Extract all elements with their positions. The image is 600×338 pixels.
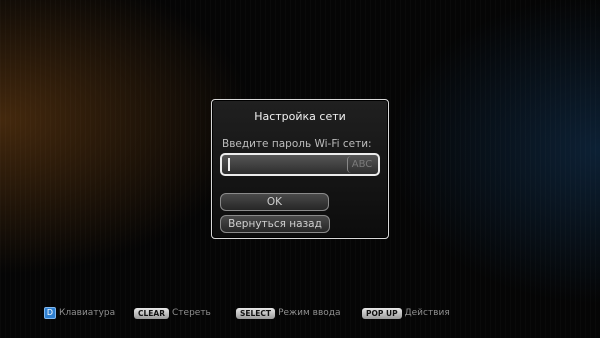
hint-select-label: Режим ввода [278, 308, 341, 318]
hint-popup: POP UP Действия [362, 306, 450, 320]
text-caret [228, 158, 230, 171]
d-key-icon: D [44, 307, 56, 319]
hint-keyboard-label: Клавиатура [59, 308, 116, 318]
popup-key-icon: POP UP [362, 307, 402, 319]
clear-key-icon: CLEAR [134, 307, 169, 319]
dialog-title: Настройка сети [254, 110, 346, 123]
ok-button[interactable]: OK [220, 193, 329, 211]
hint-clear-label: Стереть [172, 308, 211, 318]
network-settings-dialog: Настройка сети Введите пароль Wi-Fi сети… [211, 99, 389, 239]
input-mode-indicator: ABC [347, 156, 376, 173]
back-button[interactable]: Вернуться назад [220, 215, 330, 233]
password-prompt: Введите пароль Wi-Fi сети: [222, 138, 372, 150]
hint-clear: CLEAR Стереть [134, 306, 211, 320]
hint-select: SELECT Режим ввода [236, 306, 341, 320]
hint-keyboard: D Клавиатура [44, 306, 115, 320]
wifi-password-input[interactable]: ABC [220, 153, 380, 176]
select-key-icon: SELECT [236, 307, 276, 319]
remote-hint-bar: D Клавиатура CLEAR Стереть SELECT Режим вво… [0, 306, 600, 320]
hint-popup-label: Действия [404, 308, 450, 318]
